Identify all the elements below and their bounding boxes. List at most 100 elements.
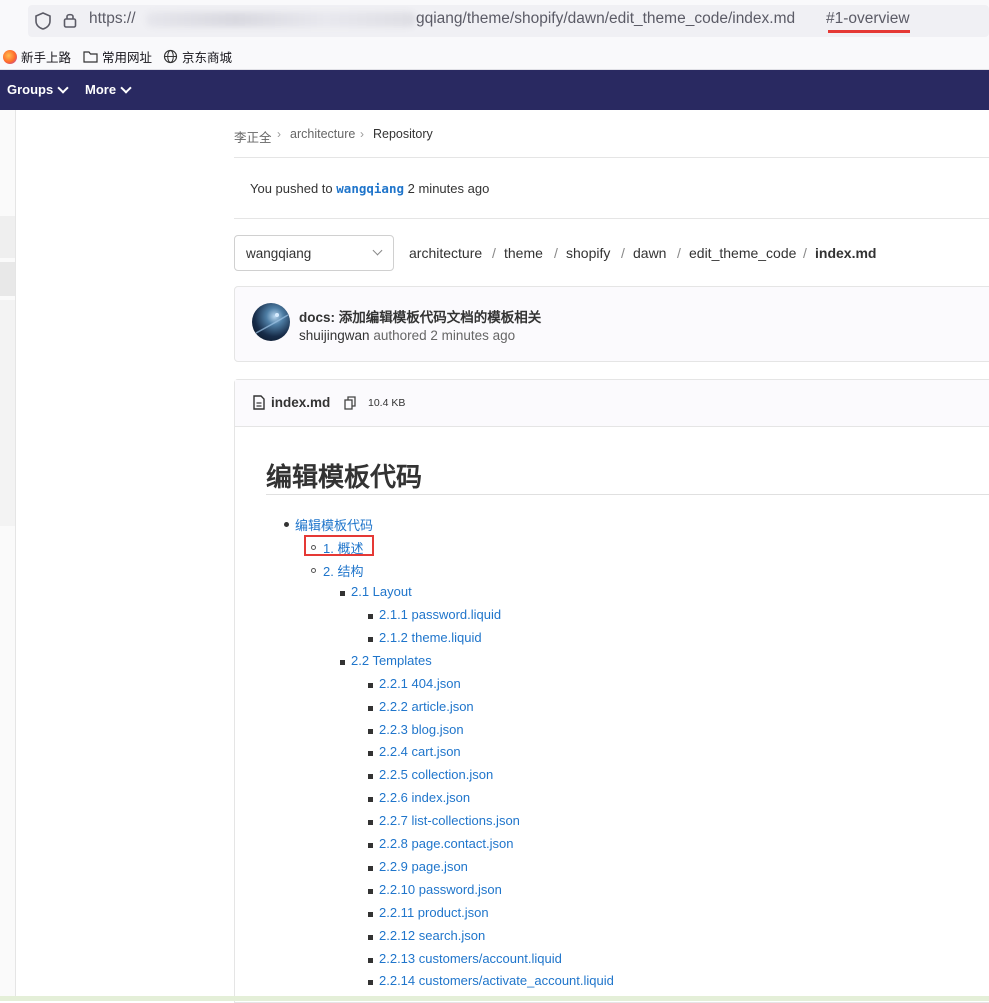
nav-more[interactable]: More: [85, 82, 132, 97]
document-heading: 编辑模板代码: [266, 462, 423, 492]
branch-selector[interactable]: wangqiang: [234, 235, 394, 271]
bullet: [368, 912, 373, 917]
path-segment-theme[interactable]: theme: [504, 245, 543, 261]
bookmark-getting-started[interactable]: 新手上路: [3, 47, 71, 66]
toc-link[interactable]: 2.2.8 page.contact.json: [379, 836, 513, 851]
url-path: gqiang/theme/shopify/dawn/edit_theme_cod…: [416, 10, 796, 27]
path-separator: /: [492, 245, 496, 261]
url-hash: #1-overview: [826, 10, 910, 27]
bullet: [368, 683, 373, 688]
avatar-image: [255, 313, 289, 334]
path-separator: /: [554, 245, 558, 261]
push-notice: You pushed to wangqiang 2 minutes ago: [250, 181, 489, 196]
toc-link[interactable]: 2. 结构: [323, 561, 363, 580]
path-file[interactable]: index.md: [815, 245, 876, 261]
commit-title[interactable]: docs: 添加编辑模板代码文档的模板相关: [299, 306, 541, 326]
toc-link[interactable]: 2.2.9 page.json: [379, 859, 468, 874]
chevron-down-icon: [57, 82, 69, 94]
globe-icon: [163, 49, 178, 64]
bullet: [368, 706, 373, 711]
url-prefix: https://: [89, 10, 136, 27]
toc-link[interactable]: 2.2.12 search.json: [379, 928, 485, 943]
sidebar-section: [0, 300, 15, 526]
bullet: [368, 958, 373, 963]
bullet: [284, 522, 289, 527]
path-separator: /: [621, 245, 625, 261]
toc-link[interactable]: 2.1.2 theme.liquid: [379, 630, 482, 645]
breadcrumb-user[interactable]: 李正全: [234, 127, 272, 146]
bookmark-jd[interactable]: 京东商城: [163, 47, 232, 66]
heading-rule: [266, 494, 989, 495]
commit-time: 2 minutes ago: [430, 328, 516, 343]
sidebar-item[interactable]: [0, 216, 15, 258]
chevron-right-icon: ›: [277, 127, 281, 141]
path-segment-edit-theme-code[interactable]: edit_theme_code: [689, 245, 796, 261]
path-segment-shopify[interactable]: shopify: [566, 245, 610, 261]
chevron-down-icon: [120, 82, 132, 94]
toc-link[interactable]: 2.2.14 customers/activate_account.liquid: [379, 973, 614, 988]
bookmark-common-sites[interactable]: 常用网址: [83, 47, 152, 66]
shield-icon[interactable]: [34, 11, 52, 31]
bullet: [368, 866, 373, 871]
toc-link[interactable]: 2.1 Layout: [351, 584, 412, 599]
toc-link[interactable]: 2.2.6 index.json: [379, 790, 470, 805]
bullet: [368, 843, 373, 848]
toc-link[interactable]: 2.2.13 customers/account.liquid: [379, 951, 562, 966]
toc-link[interactable]: 2.2.5 collection.json: [379, 767, 493, 782]
commit-author[interactable]: shuijingwan: [299, 328, 370, 343]
divider: [234, 218, 989, 219]
bookmark-label: 新手上路: [21, 51, 72, 65]
bullet: [368, 751, 373, 756]
toc-link[interactable]: 编辑模板代码: [295, 515, 373, 534]
bottom-edge: [0, 996, 989, 1001]
toc-link[interactable]: 2.2.1 404.json: [379, 676, 461, 691]
bookmark-label: 常用网址: [102, 51, 153, 65]
branch-selector-value: wangqiang: [246, 246, 312, 261]
bullet: [340, 660, 345, 665]
bullet: [311, 568, 316, 573]
nav-groups-label: Groups: [7, 82, 54, 97]
toc-link[interactable]: 2.2.7 list-collections.json: [379, 813, 520, 828]
chevron-right-icon: ›: [360, 127, 364, 141]
path-separator: /: [803, 245, 807, 261]
bullet: [368, 820, 373, 825]
divider: [234, 157, 989, 158]
nav-groups[interactable]: Groups: [7, 82, 69, 97]
chevron-down-icon: [372, 245, 383, 256]
url-redacted-segment: [146, 12, 416, 27]
nav-more-label: More: [85, 82, 117, 97]
sidebar-item-active[interactable]: [0, 262, 15, 296]
toc-link[interactable]: 2.2.3 blog.json: [379, 722, 464, 737]
bullet: [368, 980, 373, 985]
push-notice-time: 2 minutes ago: [407, 181, 490, 196]
folder-icon: [83, 51, 98, 63]
file-icon: [253, 395, 265, 410]
toc-link[interactable]: 2.1.1 password.liquid: [379, 607, 501, 622]
commit-verb: authored: [373, 328, 427, 343]
bookmark-label: 京东商城: [182, 51, 233, 65]
breadcrumb-project[interactable]: architecture: [290, 127, 355, 141]
push-notice-prefix: You pushed to: [250, 181, 333, 196]
file-size: 10.4 KB: [368, 397, 406, 409]
path-segment-architecture[interactable]: architecture: [409, 245, 482, 261]
lock-icon[interactable]: [62, 11, 78, 29]
copy-icon[interactable]: [344, 396, 357, 411]
toc-link[interactable]: 2.2.10 password.json: [379, 882, 502, 897]
commit-meta: shuijingwan authored 2 minutes ago: [299, 328, 515, 343]
bullet: [368, 889, 373, 894]
push-branch-link[interactable]: wangqiang: [336, 181, 404, 196]
toc-link[interactable]: 2.2.2 article.json: [379, 699, 474, 714]
file-name: index.md: [271, 395, 331, 410]
bullet: [368, 935, 373, 940]
path-segment-dawn[interactable]: dawn: [633, 245, 666, 261]
breadcrumb-repository[interactable]: Repository: [373, 127, 433, 141]
bullet: [368, 637, 373, 642]
bullet: [368, 614, 373, 619]
toc-link[interactable]: 2.2.4 cart.json: [379, 744, 461, 759]
bullet: [368, 797, 373, 802]
toc-link[interactable]: 2.2 Templates: [351, 653, 432, 668]
bullet: [340, 591, 345, 596]
toc-link[interactable]: 2.2.11 product.json: [379, 905, 489, 920]
firefox-icon: [3, 49, 17, 64]
avatar[interactable]: [252, 303, 290, 341]
